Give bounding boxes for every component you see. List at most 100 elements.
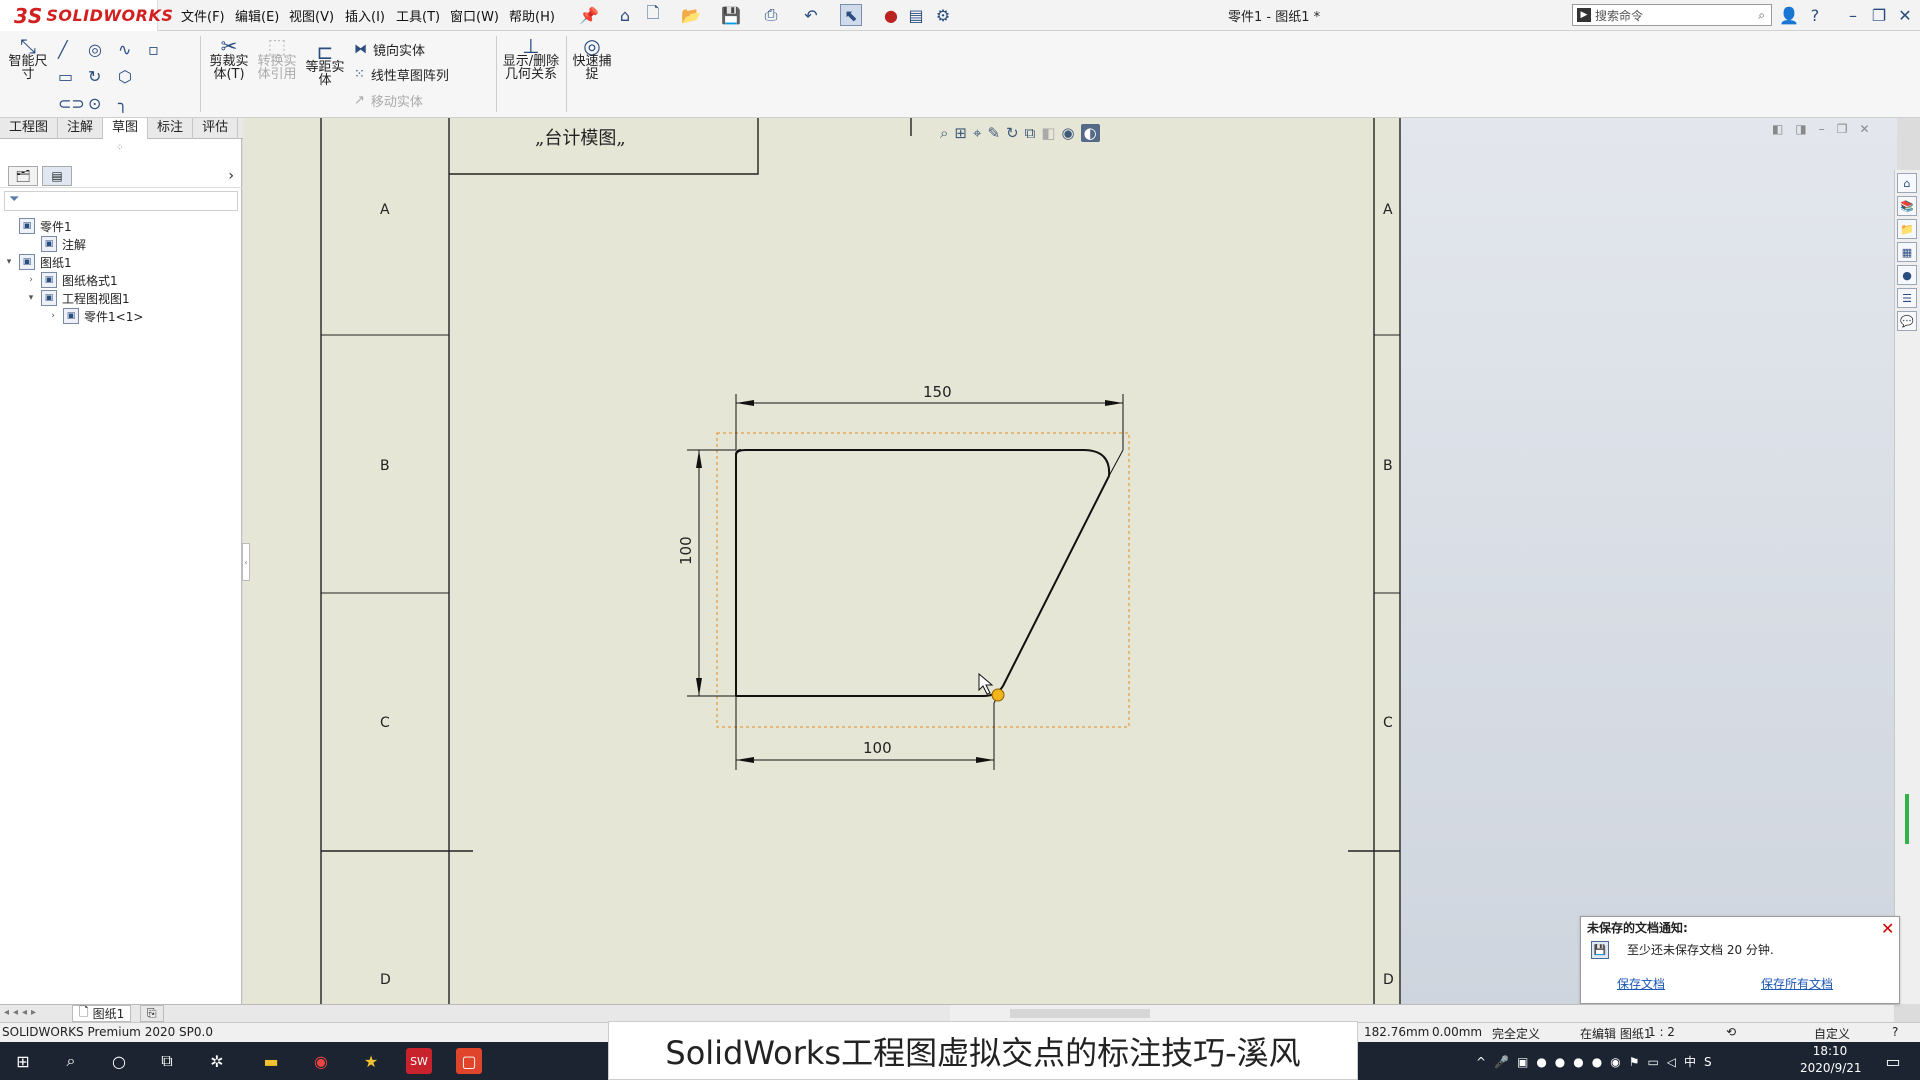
save-document-link[interactable]: 保存文档 [1617, 975, 1665, 992]
command-tab[interactable]: 标注 [148, 118, 194, 139]
recorder-icon[interactable]: ▢ [456, 1048, 482, 1074]
home-icon[interactable]: ⌂ [614, 4, 636, 26]
undo-icon[interactable]: ↶ [800, 4, 822, 26]
window-restore-icon[interactable]: ❐ [1837, 122, 1848, 136]
tile-right-icon[interactable]: ◨ [1795, 122, 1806, 136]
section-view-icon[interactable]: ✎ [987, 124, 1000, 142]
file-explorer-icon[interactable]: ▬ [258, 1048, 284, 1074]
menu-item[interactable]: 工具(T) [396, 6, 440, 25]
property-tab-icon[interactable]: ▤ [42, 165, 72, 186]
menu-item[interactable]: 帮助(H) [509, 6, 555, 25]
mirror-entities-button[interactable]: ⧓ 镜向实体 [354, 40, 425, 59]
appearances-icon[interactable]: ● [1897, 265, 1917, 285]
arc-icon[interactable]: ↻ [88, 67, 118, 86]
cortana-icon[interactable]: ○ [106, 1048, 132, 1074]
point-icon[interactable]: ▫ [148, 40, 178, 59]
menu-item[interactable]: 编辑(E) [235, 6, 279, 25]
menu-item[interactable]: 窗口(W) [450, 6, 499, 25]
design-library-icon[interactable]: 📚 [1897, 196, 1917, 216]
ellipse-icon[interactable]: ⊙ [88, 94, 118, 113]
dimension-text-150[interactable]: 150 [923, 383, 952, 401]
unit-system[interactable]: 自定义 [1814, 1025, 1850, 1042]
tree-expand-icon[interactable]: › [26, 275, 36, 285]
pin-icon[interactable]: 📌 [578, 4, 600, 26]
add-sheet-icon[interactable]: ⎘ [140, 1005, 164, 1022]
graphics-area[interactable]: „台计模图„ A B C D A B C D 150 100 100 [243, 118, 1553, 1004]
scrollbar-thumb[interactable] [1905, 794, 1909, 844]
menu-item[interactable]: 视图(V) [289, 6, 334, 25]
panel-grip-icon[interactable]: ⁘ [116, 143, 124, 153]
dimension-text-100-horizontal[interactable]: 100 [863, 739, 892, 757]
user-icon[interactable]: 👤 [1778, 4, 1800, 26]
search-command-field[interactable]: ▶ 搜索命令 ⌕ [1572, 4, 1772, 26]
open-folder-icon[interactable]: 📂 [680, 4, 702, 26]
favorites-icon[interactable]: ★ [358, 1048, 384, 1074]
command-tab[interactable]: 注解 [58, 118, 104, 139]
hide-show-icon[interactable]: ◉ [1062, 124, 1075, 142]
smart-dimension-button[interactable]: ⤡ 智能尺 寸 [6, 36, 50, 81]
chrome-icon[interactable]: ◉ [308, 1048, 334, 1074]
notification-close-icon[interactable]: ✕ [1881, 919, 1894, 938]
line-icon[interactable]: ╱ [58, 40, 88, 59]
search-icon[interactable]: ⌕ [1758, 8, 1765, 23]
options-gear-icon[interactable]: ⚙ [932, 4, 954, 26]
move-entities-button[interactable]: ↗ 移动实体 [354, 91, 423, 110]
view-orientation-icon[interactable]: ⧉ [1025, 124, 1036, 142]
notifications-icon[interactable]: ▭ [1880, 1048, 1906, 1074]
panel-splitter-handle[interactable]: ‹ [242, 543, 250, 581]
expand-panel-icon[interactable]: › [228, 168, 234, 184]
command-tab[interactable]: 评估 [193, 118, 239, 139]
solidworks-taskbar-icon[interactable]: SW [406, 1048, 432, 1074]
window-minimize-icon[interactable]: – [1819, 122, 1825, 136]
restore-icon[interactable]: ❐ [1868, 4, 1890, 26]
help-icon[interactable]: ? [1804, 4, 1826, 26]
fillet-icon[interactable]: ╮ [118, 94, 148, 113]
tree-expand-icon[interactable]: › [48, 311, 58, 321]
trim-entities-button[interactable]: ✂ 剪裁实 体(T) [206, 36, 252, 81]
sheet-scale[interactable]: 1 : 2 [1648, 1025, 1675, 1039]
sheet-tab[interactable]: 🗋 图纸1 [72, 1005, 132, 1022]
select-pointer-icon[interactable]: ⬉ [840, 4, 862, 26]
display-style-icon[interactable]: ◧ [1041, 124, 1055, 142]
custom-properties-icon[interactable]: ☰ [1897, 288, 1917, 308]
app-icon[interactable]: ✲ [204, 1048, 230, 1074]
minimize-icon[interactable]: – [1842, 4, 1864, 26]
save-all-documents-link[interactable]: 保存所有文档 [1761, 975, 1833, 992]
tree-item[interactable]: › ▣ 图纸格式1 [4, 271, 238, 289]
tree-item[interactable]: ▾ ▣ 图纸1 [4, 253, 238, 271]
help-icon[interactable]: ? [1892, 1025, 1898, 1039]
new-document-icon[interactable]: 🗋 [642, 3, 664, 26]
rotate-icon[interactable]: ↻ [1006, 124, 1019, 142]
tile-left-icon[interactable]: ◧ [1772, 122, 1783, 136]
solidworks-logo[interactable]: 3S SOLIDWORKS [0, 0, 173, 31]
previous-view-icon[interactable]: ⌖ [973, 124, 981, 142]
feature-tree-tab-icon[interactable]: 🗂 [8, 165, 38, 186]
tree-item[interactable]: ▣ 注解 [4, 235, 238, 253]
window-close-icon[interactable]: ✕ [1859, 122, 1869, 136]
circle-icon[interactable]: ◎ [88, 40, 118, 59]
dimension-text-100-vertical[interactable]: 100 [677, 536, 695, 565]
traffic-light-icon[interactable]: ● [880, 4, 902, 26]
tree-item[interactable]: ▾ ▣ 工程图视图1 [4, 289, 238, 307]
system-tray-icons[interactable]: ^🎤▣●●●●◉⚑▭◁中S [1476, 1053, 1720, 1070]
zoom-to-fit-icon[interactable]: ⌕ [940, 124, 948, 142]
solidworks-resources-icon[interactable]: ⌂ [1897, 173, 1917, 193]
quick-snaps-button[interactable]: ◎ 快速捕 捉 [570, 36, 614, 81]
tree-expand-icon[interactable]: ▾ [4, 257, 14, 267]
forum-icon[interactable]: 💬 [1897, 311, 1917, 331]
print-icon[interactable]: ⎙ [760, 4, 782, 26]
linear-pattern-button[interactable]: ⁙ 线性草图阵列 [354, 65, 449, 84]
search-icon[interactable]: ⌕ [58, 1048, 84, 1074]
tree-expand-icon[interactable]: ▾ [26, 293, 36, 303]
sketch-profile[interactable] [735, 449, 1111, 697]
sheet-nav-arrows-icon[interactable]: ◂◂◂▸ [4, 1007, 40, 1018]
command-tab[interactable]: 工程图 [0, 118, 59, 139]
convert-entities-button[interactable]: ⬚ 转换实 体引用 [254, 36, 300, 81]
tree-item[interactable]: › ▣ 零件1<1> [4, 307, 238, 325]
display-relations-button[interactable]: ⊥ 显示/删除 几何关系 [500, 36, 562, 81]
view-palette-icon[interactable]: ▦ [1897, 242, 1917, 262]
slot-icon[interactable]: ⊂⊃ [58, 94, 88, 113]
scrollbar-thumb[interactable] [1010, 1009, 1150, 1018]
task-view-icon[interactable]: ⧉ [154, 1048, 180, 1074]
windows-start-icon[interactable]: ⊞ [10, 1048, 36, 1074]
